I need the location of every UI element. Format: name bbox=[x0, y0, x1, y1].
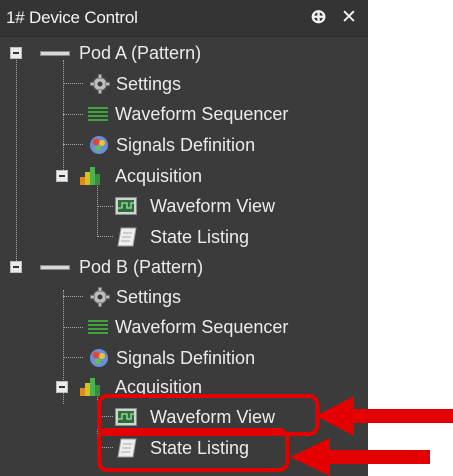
tree-item-signals-definition[interactable]: Signals Definition bbox=[0, 343, 368, 373]
panel-title: 1# Device Control bbox=[6, 8, 138, 27]
tree-item-label: Signals Definition bbox=[116, 135, 256, 155]
gear-icon bbox=[90, 74, 110, 94]
state-listing-icon bbox=[117, 227, 137, 247]
tree-item-state-listing[interactable]: State Listing bbox=[0, 222, 368, 252]
tree-item-label: State Listing bbox=[150, 227, 250, 247]
tree-item-label: Waveform Sequencer bbox=[115, 104, 289, 124]
pin-icon[interactable]: ⴲ bbox=[311, 0, 326, 36]
panel-titlebar: 1# Device Control ⴲ ✕ bbox=[0, 0, 368, 37]
tree-item-label: Settings bbox=[116, 287, 182, 307]
signals-definition-icon bbox=[90, 136, 108, 154]
tree-item-acquisition[interactable]: Acquisition bbox=[0, 161, 368, 191]
tree-item-label: Waveform View bbox=[150, 196, 276, 216]
tree-item-settings[interactable]: Settings bbox=[0, 282, 368, 312]
close-icon[interactable]: ✕ bbox=[341, 0, 357, 36]
collapse-toggle[interactable] bbox=[10, 47, 22, 59]
tree-item-waveform-sequencer[interactable]: Waveform Sequencer bbox=[0, 99, 368, 129]
acquisition-icon bbox=[80, 167, 100, 185]
acquisition-icon bbox=[80, 378, 100, 396]
tree-item-label: Pod A (Pattern) bbox=[79, 43, 202, 63]
tree-item-pod-b[interactable]: Pod B (Pattern) bbox=[0, 252, 368, 282]
tree-item-waveform-view[interactable]: Waveform View bbox=[0, 191, 368, 221]
tree-item-pod-a[interactable]: Pod A (Pattern) bbox=[0, 38, 368, 68]
tree-item-signals-definition[interactable]: Signals Definition bbox=[0, 130, 368, 160]
pod-connector-icon bbox=[40, 265, 70, 270]
tree-item-label: Waveform Sequencer bbox=[115, 317, 289, 337]
annotation-highlight-state-listing bbox=[97, 428, 289, 472]
collapse-toggle[interactable] bbox=[10, 261, 22, 273]
tree-item-label: Pod B (Pattern) bbox=[79, 257, 204, 277]
collapse-toggle[interactable] bbox=[56, 381, 68, 393]
tree-item-label: Settings bbox=[116, 74, 182, 94]
tree-item-label: Acquisition bbox=[115, 166, 203, 186]
tree-item-waveform-sequencer[interactable]: Waveform Sequencer bbox=[0, 312, 368, 342]
annotation-arrow bbox=[316, 396, 453, 436]
gear-icon bbox=[90, 287, 110, 307]
waveform-sequencer-icon bbox=[88, 320, 108, 334]
collapse-toggle[interactable] bbox=[56, 170, 68, 182]
tree-item-label: Signals Definition bbox=[116, 348, 256, 368]
waveform-view-icon bbox=[115, 197, 137, 215]
pod-connector-icon bbox=[40, 51, 70, 56]
signals-definition-icon bbox=[90, 349, 108, 367]
tree-item-settings[interactable]: Settings bbox=[0, 69, 368, 99]
annotation-arrow bbox=[290, 438, 430, 476]
waveform-sequencer-icon bbox=[88, 107, 108, 121]
